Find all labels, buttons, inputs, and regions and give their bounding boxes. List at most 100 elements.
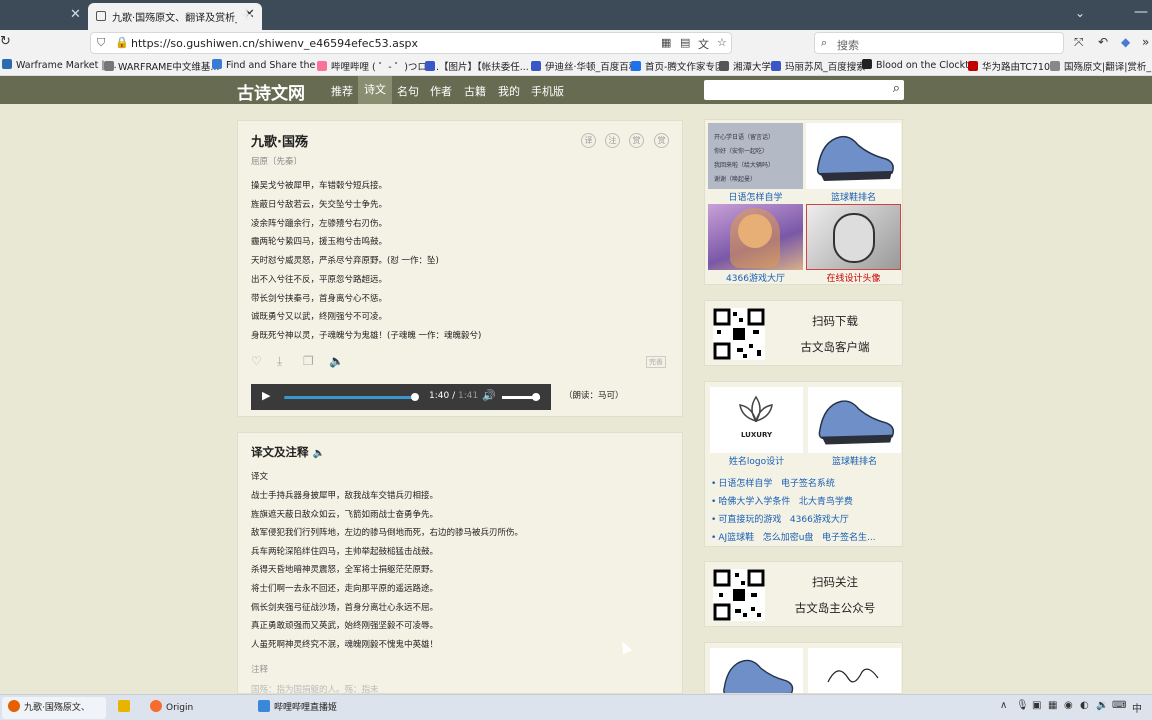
site-logo[interactable]: 古诗文网 [237, 79, 305, 104]
heart-icon[interactable]: ♡ [251, 354, 262, 368]
ad-caption[interactable]: 篮球鞋排名 [808, 454, 901, 467]
bookmark-item[interactable]: 华为路由TC7102 [968, 59, 1056, 73]
reload-icon[interactable]: ↻ [0, 34, 11, 49]
taskbar-item-browser[interactable]: 九歌·国殇原文、翻... [2, 697, 106, 719]
qr-code-icon[interactable]: ▦ [661, 36, 671, 49]
menu-item-authors[interactable]: 作者 [430, 83, 452, 99]
menu-item-classics[interactable]: 古籍 [464, 83, 486, 99]
input-method-icon[interactable]: 中 [1132, 700, 1142, 715]
sneaker-image[interactable] [710, 648, 803, 693]
bookmark-favicon-icon [862, 59, 872, 69]
poem-author[interactable]: 屈原〔先秦〕 [251, 155, 302, 167]
seek-handle[interactable] [411, 393, 419, 401]
ad-caption[interactable]: 姓名logo设计 [710, 454, 803, 467]
sneaker-image[interactable] [808, 387, 901, 453]
tray-app-icon[interactable]: ▣ [1032, 700, 1041, 711]
tray-app-icon[interactable]: ◐ [1080, 700, 1089, 711]
appreciation-toggle-button[interactable]: 赏 [629, 133, 644, 148]
url-text[interactable]: https://so.gushiwen.cn/shiwenv_e46594efe… [131, 37, 418, 50]
signature-image[interactable] [808, 648, 901, 693]
shield-icon[interactable]: ⛉ [97, 36, 105, 50]
browser-search-box[interactable]: ⌕ 搜索 [814, 32, 1064, 54]
menu-item-mine[interactable]: 我的 [498, 83, 520, 99]
appreciation-toggle-button[interactable]: 赏 [654, 133, 669, 148]
ad-caption[interactable]: 4366游戏大厅 [708, 271, 803, 284]
ad-caption[interactable]: 在线设计头像 [806, 271, 901, 284]
bookmark-item[interactable]: 玛丽苏风_百度搜索 [771, 59, 866, 73]
ad-grid-2: LUXURY 姓名logo设计 篮球鞋排名 • 日语怎样自学 电子签名系统 • 哈佛… [704, 381, 903, 547]
search-icon[interactable]: ⌕ [893, 81, 900, 96]
edit-suggest-button[interactable]: 完善 [646, 356, 666, 368]
ad-caption[interactable]: 篮球鞋排名 [806, 190, 901, 203]
menu-item-poems[interactable]: 诗文 [358, 76, 392, 104]
bookmark-item[interactable]: 首页-腾文作家专区 [631, 59, 724, 73]
qr-line-1: 扫码关注 [812, 575, 858, 589]
qr-code-image[interactable] [713, 569, 765, 621]
ad-caption[interactable]: 日语怎样自学 [708, 190, 803, 203]
ad-link-row: • 哈佛大学入学条件 北大青鸟学费 [711, 497, 853, 507]
bookmark-item[interactable]: 伊迪丝·华顿_百度百科 [531, 59, 638, 73]
menu-item-recommend[interactable]: 推荐 [331, 83, 353, 99]
seek-slider[interactable] [284, 396, 416, 399]
tray-app-icon[interactable]: ▦ [1048, 700, 1057, 711]
qr-code-icon [713, 308, 765, 360]
tab-previous[interactable]: ✕ [0, 3, 86, 27]
luxury-logo-image[interactable]: LUXURY [710, 387, 803, 453]
bookmark-item[interactable]: 国殇原文|翻译|赏析_... [1050, 59, 1152, 73]
lock-icon[interactable]: 🔒 [115, 36, 129, 49]
tab-list-chevron-icon[interactable]: ⌄ [1075, 6, 1085, 20]
addon-icon[interactable]: ◆ [1121, 35, 1130, 49]
bookmark-item[interactable]: 哔哩哔哩 ( ゜- ゜)つロ ... [317, 59, 439, 73]
tab-active[interactable]: 九歌·国殇原文、翻译及赏析_屈... ✕ [88, 3, 262, 30]
volume-icon[interactable]: 🔉 [1096, 700, 1108, 711]
poem-line: 天时怼兮威灵怒，严杀尽兮弃原野。(怼 一作：坠) [251, 256, 439, 266]
avatar-design-image[interactable] [806, 204, 901, 270]
bookmark-item[interactable]: 湘潭大学 [719, 59, 771, 73]
steam-icon[interactable]: ◉ [1064, 700, 1073, 711]
ad-link-row: • 日语怎样自学 电子签名系统 [711, 479, 835, 489]
taskbar: 九歌·国殇原文、翻... Origin 哔哩哔哩直播姬 ∧ 🎙 ▣ ▦ ◉ ◐ … [0, 694, 1152, 720]
qr-code-image[interactable] [713, 308, 765, 360]
bookmark-item[interactable]: 【图片】【帐扶委任... [425, 59, 529, 73]
bookmark-item[interactable]: Find and Share the ... [212, 59, 327, 71]
bookmarks-bar: Warframe Market | ... WARFRAME中文维基... Fi… [0, 56, 1152, 76]
minimize-window-icon[interactable]: — [1134, 4, 1148, 20]
new-tab-icon[interactable]: + [240, 5, 253, 24]
microphone-icon[interactable]: 🎙 [1016, 700, 1029, 711]
duration-time: 1:41 [457, 391, 479, 401]
keyboard-icon[interactable]: ⌨ [1112, 700, 1126, 711]
speaker-icon[interactable]: 🔈 [313, 448, 325, 459]
site-header: 古诗文网 推荐 诗文 名句 作者 古籍 我的 手机版 ⌕ [0, 76, 1152, 104]
translate-icon[interactable]: 文 [698, 36, 709, 52]
translation-subtitle: 译文 [251, 472, 269, 482]
notes-toggle-button[interactable]: 注 [605, 133, 620, 148]
overflow-icon[interactable]: » [1142, 35, 1149, 49]
address-bar[interactable]: ⛉ 🔒 https://so.gushiwen.cn/shiwenv_e4659… [90, 32, 732, 54]
speaker-icon[interactable]: 🔈 [329, 354, 344, 368]
extension-icon[interactable]: ⤧ [1074, 35, 1084, 50]
bookmark-item[interactable]: Warframe Market | ... [2, 59, 117, 71]
bookmark-item[interactable]: WARFRAME中文维基... [104, 59, 219, 73]
ad-thumb-japanese[interactable]: 开心学日语（留言话） 你好（安你一起吃） 我回来啦（给大辆吗） 谢谢（唤起曼） [708, 123, 803, 189]
taskbar-item-origin[interactable]: Origin [144, 697, 244, 719]
site-search-input[interactable]: ⌕ [704, 80, 904, 100]
volume-handle[interactable] [532, 393, 540, 401]
copy-icon[interactable]: ❐ [303, 354, 314, 368]
volume-icon[interactable]: 🔊 [482, 389, 496, 402]
sneaker-image[interactable] [806, 123, 901, 189]
menu-item-quotes[interactable]: 名句 [397, 83, 419, 99]
taskbar-item-bilibili[interactable]: 哔哩哔哩直播姬 [252, 697, 356, 719]
anime-girl-image[interactable] [708, 204, 803, 270]
reader-view-icon[interactable]: ▤ [680, 36, 690, 49]
taskbar-item-files[interactable] [112, 697, 138, 719]
close-tab-icon[interactable]: ✕ [70, 7, 81, 22]
bookmark-item[interactable]: Blood on the Clockt... [862, 59, 978, 71]
translate-toggle-button[interactable]: 译 [581, 133, 596, 148]
menu-item-mobile[interactable]: 手机版 [531, 83, 564, 99]
tray-expand-icon[interactable]: ∧ [1000, 700, 1007, 711]
bookmark-star-icon[interactable]: ☆ [717, 36, 727, 49]
undo-icon[interactable]: ↶ [1098, 35, 1108, 49]
download-icon[interactable]: ⤓ [277, 354, 282, 369]
play-icon[interactable]: ▶ [262, 389, 270, 402]
bookmark-favicon-icon [212, 59, 222, 69]
